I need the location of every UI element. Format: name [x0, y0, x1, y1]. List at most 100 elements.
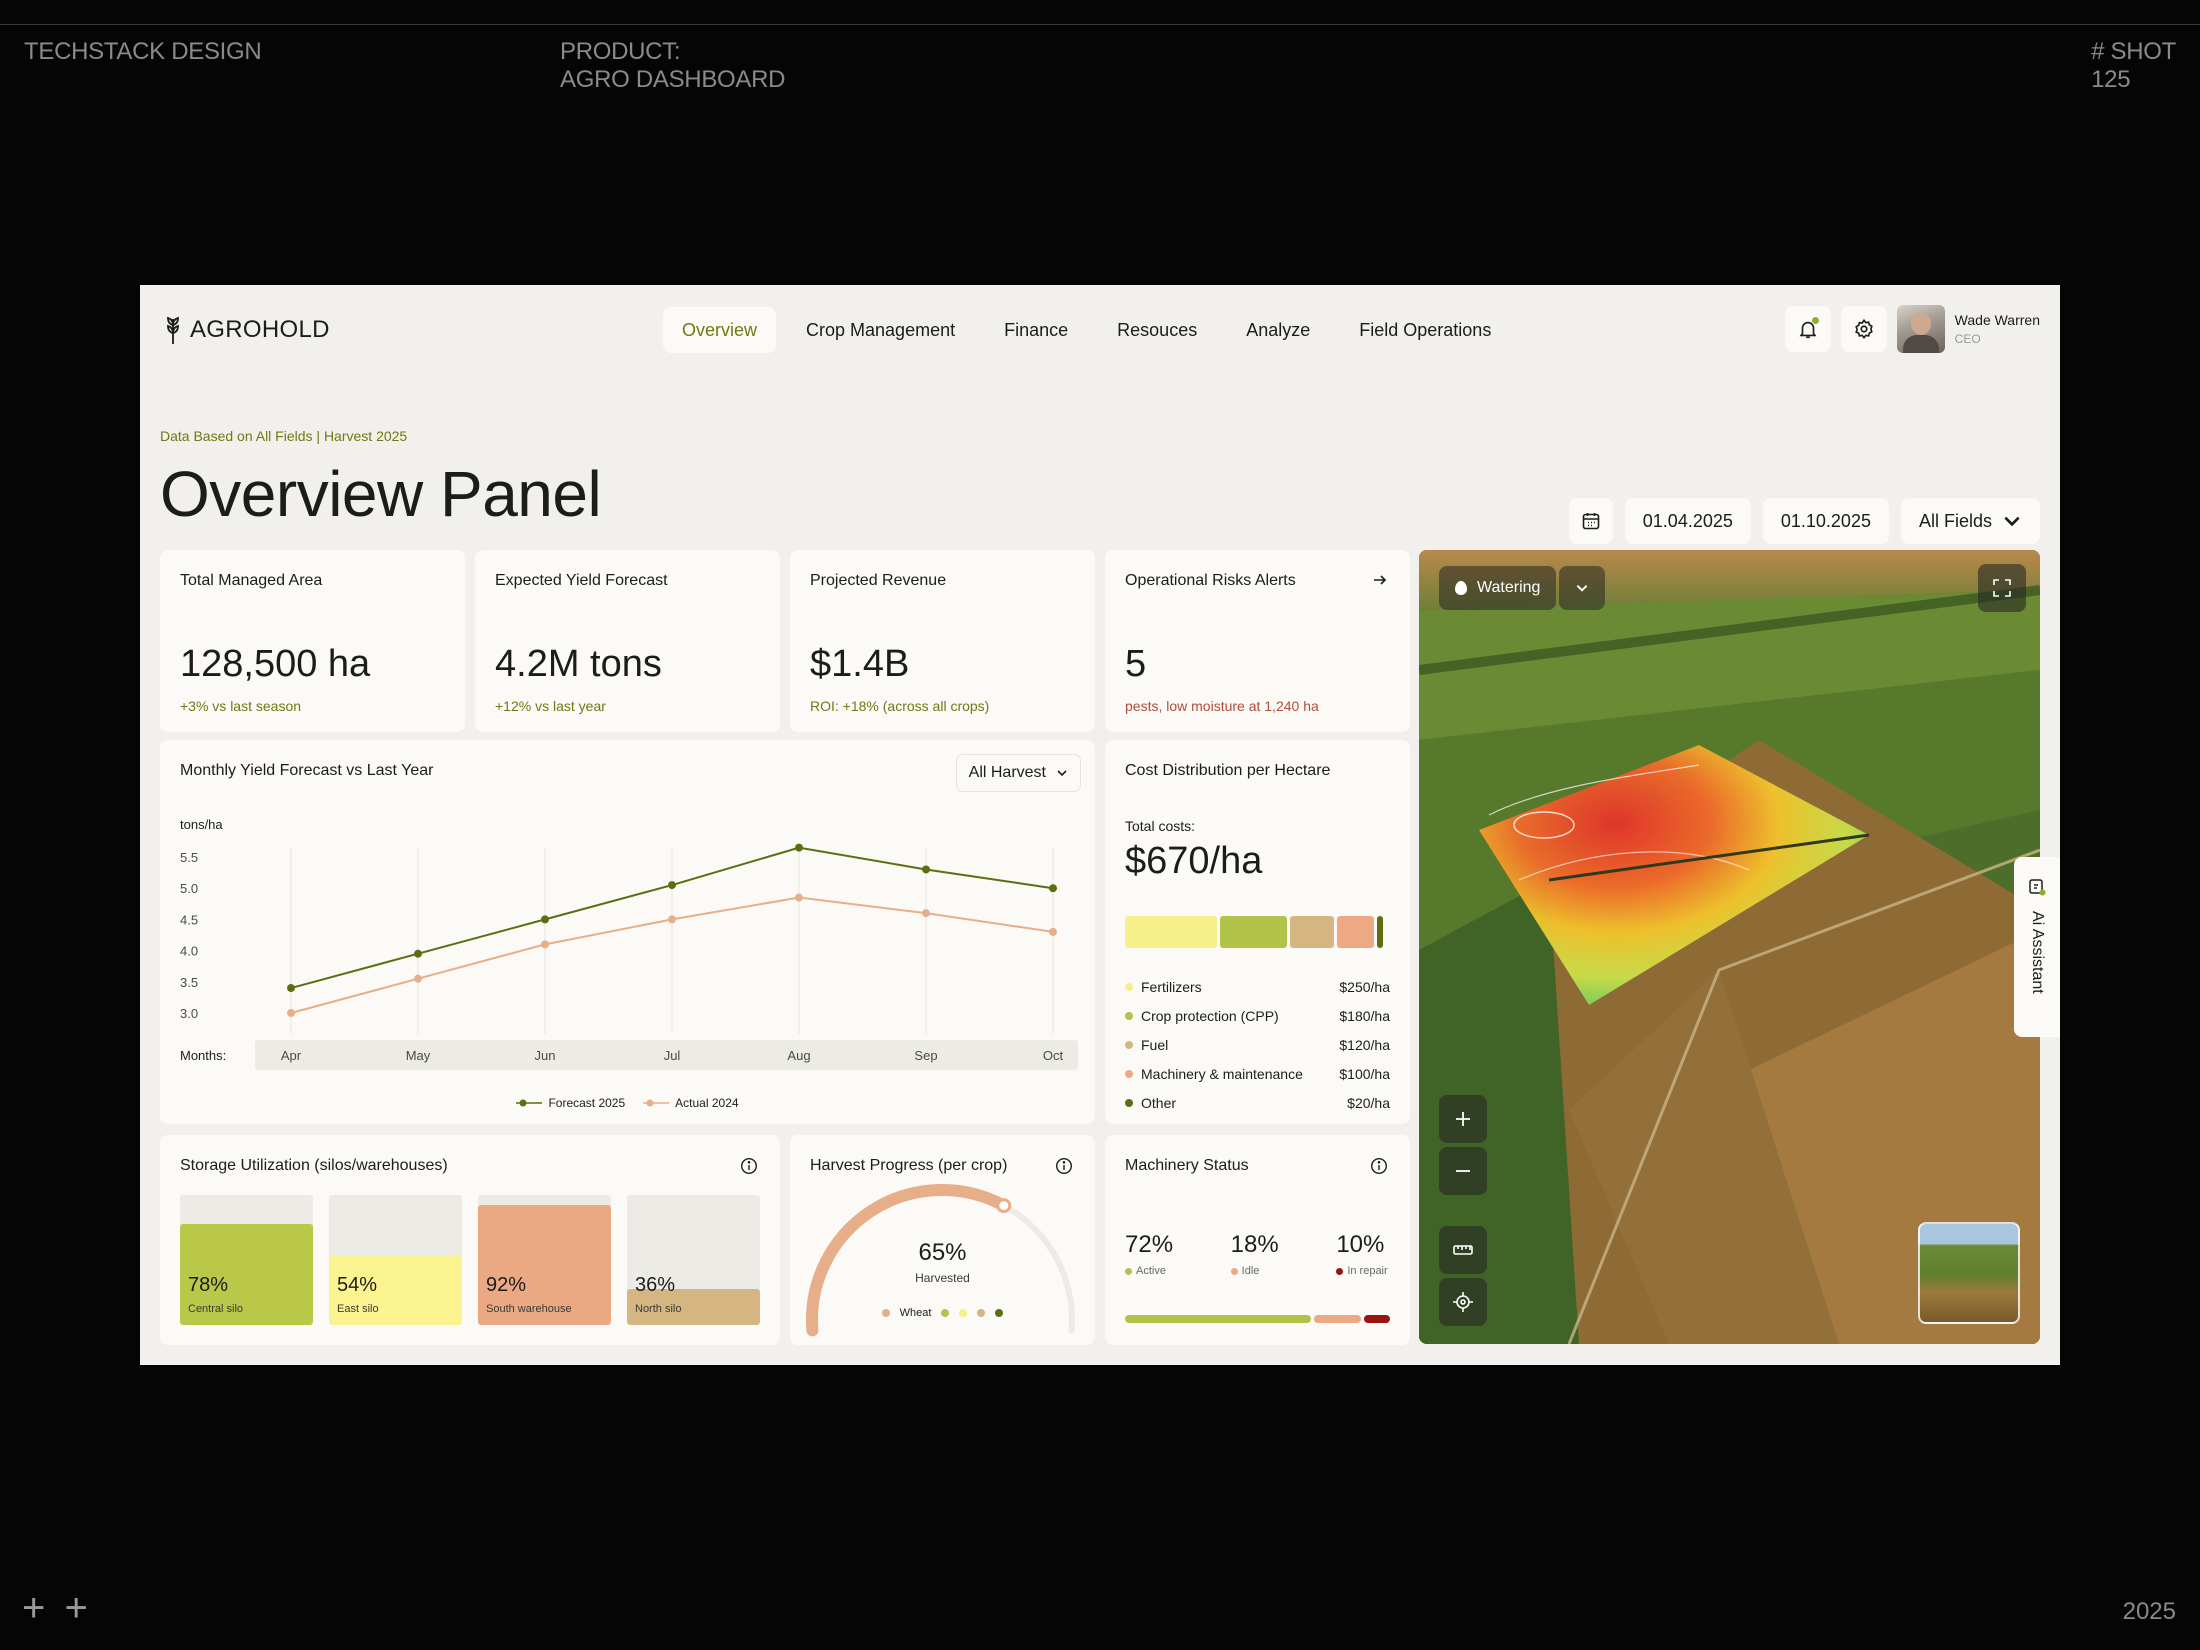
- arrow-right-icon[interactable]: [1372, 572, 1388, 588]
- silo-name: North silo: [635, 1303, 682, 1315]
- machinery-percent: 18%: [1230, 1231, 1279, 1258]
- total-costs-value: $670/ha: [1125, 840, 1263, 882]
- cost-row-other: Other $20/ha: [1125, 1088, 1390, 1117]
- x-tick-label: Aug: [787, 1048, 810, 1063]
- zoom-out-button[interactable]: [1439, 1147, 1487, 1195]
- y-tick-label: 4.0: [180, 944, 198, 959]
- layer-label: Watering: [1477, 579, 1541, 596]
- cost-value: $120/ha: [1339, 1036, 1390, 1053]
- measure-button[interactable]: [1439, 1226, 1487, 1274]
- y-tick-label: 3.0: [180, 1006, 198, 1021]
- cost-value: $20/ha: [1347, 1094, 1390, 1111]
- machinery-label-text: Active: [1136, 1265, 1166, 1277]
- user-info[interactable]: Wade Warren CEO: [1955, 312, 2040, 346]
- frame-brand: TECHSTACK DESIGN: [24, 38, 262, 65]
- kpi-value: 128,500 ha: [180, 643, 371, 685]
- crop-dot[interactable]: [941, 1309, 950, 1317]
- tab-finance[interactable]: Finance: [985, 307, 1087, 353]
- silo-south-warehouse[interactable]: 92% South warehouse: [478, 1195, 611, 1325]
- tab-field-operations[interactable]: Field Operations: [1340, 307, 1510, 353]
- status-dot: [1336, 1267, 1344, 1275]
- fields-select[interactable]: All Fields: [1900, 498, 2040, 544]
- settings-button[interactable]: [1840, 306, 1887, 352]
- tab-analyze[interactable]: Analyze: [1227, 307, 1329, 353]
- silo-north[interactable]: 36% North silo: [627, 1195, 760, 1325]
- cost-name: Fuel: [1141, 1036, 1169, 1053]
- harvest-label: Harvested: [915, 1271, 970, 1285]
- kpi-value: 4.2M tons: [495, 643, 662, 685]
- user-name: Wade Warren: [1954, 312, 2040, 328]
- cost-bullet: [1125, 1011, 1133, 1020]
- silo-central[interactable]: 78% Central silo: [180, 1195, 313, 1325]
- kpi-card-yield-forecast[interactable]: Expected Yield Forecast 4.2M tons +12% v…: [475, 550, 780, 732]
- map-preview-thumbnail[interactable]: [1918, 1222, 2020, 1324]
- frame-top-rule: [0, 24, 2200, 25]
- ai-assistant-tab[interactable]: Ai Assistant: [2014, 857, 2060, 1037]
- silo-east[interactable]: 54% East silo: [329, 1195, 462, 1325]
- cost-name: Crop protection (CPP): [1141, 1007, 1279, 1024]
- ruler-icon: [1453, 1245, 1473, 1255]
- kpi-title: Expected Yield Forecast: [495, 572, 668, 589]
- date-to-field[interactable]: 01.10.2025: [1762, 498, 1889, 544]
- calendar-button[interactable]: [1568, 498, 1613, 544]
- nav-actions: Wade Warren CEO: [1784, 305, 2040, 353]
- kpi-card-revenue[interactable]: Projected Revenue $1.4B ROI: +18% (acros…: [790, 550, 1095, 732]
- kpi-card-total-area[interactable]: Total Managed Area 128,500 ha +3% vs las…: [160, 550, 465, 732]
- machinery-status-card: Machinery Status 72% Active 18% Idle 10% In…: [1105, 1135, 1410, 1345]
- y-axis-label: tons/ha: [180, 817, 223, 832]
- chevron-down-icon: [2004, 516, 2020, 527]
- logo[interactable]: AGROHOLD: [164, 315, 330, 345]
- tab-overview[interactable]: Overview: [663, 307, 777, 353]
- y-tick-label: 3.5: [180, 975, 198, 990]
- notifications-button[interactable]: [1784, 306, 1831, 352]
- kpi-card-risk-alerts[interactable]: Operational Risks Alerts 5 pests, low mo…: [1105, 550, 1410, 732]
- layer-chip-watering[interactable]: Watering: [1439, 566, 1557, 610]
- avatar[interactable]: [1896, 305, 1945, 353]
- machinery-stat-active: 72% Active: [1125, 1231, 1231, 1277]
- info-icon[interactable]: [740, 1157, 758, 1175]
- data-point: [668, 915, 676, 924]
- gear-icon: [1854, 318, 1873, 340]
- cost-row-fertilizers: Fertilizers $250/ha: [1125, 972, 1390, 1001]
- tab-crop-management[interactable]: Crop Management: [787, 307, 974, 353]
- wheat-icon: [167, 316, 179, 344]
- gauge-knob: [996, 1198, 1012, 1214]
- total-costs-label: Total costs:: [1125, 818, 1196, 834]
- data-point: [795, 893, 803, 902]
- info-icon[interactable]: [1370, 1157, 1388, 1175]
- zoom-in-button[interactable]: [1439, 1095, 1487, 1143]
- machinery-percent: 72%: [1125, 1231, 1174, 1258]
- fullscreen-button[interactable]: [1978, 564, 2026, 612]
- data-point: [922, 909, 930, 918]
- cost-segment: [1336, 916, 1374, 948]
- data-point: [1049, 927, 1057, 936]
- silo-percent: 54%: [337, 1274, 378, 1296]
- cost-value: $180/ha: [1339, 1007, 1390, 1024]
- cost-segment: [1289, 916, 1334, 948]
- chart-legend: Forecast 2025 Actual 2024: [160, 1096, 1095, 1110]
- crop-dot[interactable]: [977, 1309, 986, 1317]
- crop-dot[interactable]: [995, 1309, 1004, 1317]
- layer-dropdown-button[interactable]: [1559, 566, 1605, 610]
- cost-bullet: [1125, 982, 1133, 991]
- harvest-percent: 65%: [918, 1239, 967, 1266]
- field-map[interactable]: Watering: [1419, 550, 2040, 1344]
- crop-dot[interactable]: [959, 1309, 968, 1317]
- machinery-segment: [1125, 1315, 1312, 1323]
- y-tick-label: 5.5: [180, 850, 198, 865]
- kpi-title: Projected Revenue: [810, 572, 947, 589]
- crop-dot-wheat[interactable]: [881, 1309, 890, 1317]
- locate-button[interactable]: [1439, 1278, 1487, 1326]
- frame-product: PRODUCT: AGRO DASHBOARD: [560, 38, 786, 93]
- data-point: [668, 881, 676, 890]
- data-point: [287, 984, 295, 993]
- ai-assistant-label: Ai Assistant: [2029, 911, 2046, 994]
- main-tabs: Overview Crop Management Finance Resouce…: [663, 307, 1521, 353]
- tab-resources[interactable]: Resouces: [1098, 307, 1216, 353]
- x-tick-label: Apr: [281, 1048, 302, 1063]
- date-from-field[interactable]: 01.04.2025: [1624, 498, 1751, 544]
- cost-segment: [1125, 916, 1218, 948]
- expand-icon: [1993, 579, 2011, 597]
- yield-line-chart: tons/ha 5.5 5.0 4.5 4.0 3.5 3.0 Months: Apr May Ju…: [180, 817, 1078, 1070]
- y-tick-label: 4.5: [180, 912, 198, 927]
